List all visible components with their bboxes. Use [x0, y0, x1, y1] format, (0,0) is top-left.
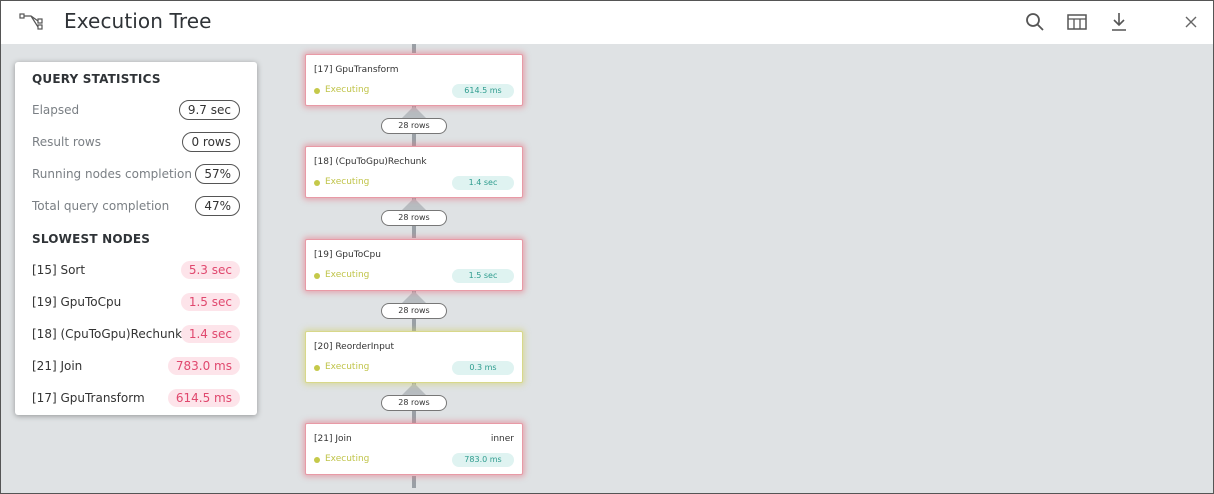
- node-time-badge: 614.5 ms: [452, 84, 514, 98]
- slowest-node-time: 1.4 sec: [180, 325, 240, 343]
- node-status: Executing: [325, 270, 370, 280]
- tree-node[interactable]: [19] GpuToCpu Executing 1.5 sec: [305, 239, 523, 291]
- node-detail: inner: [490, 434, 514, 444]
- status-dot-icon: [314, 365, 320, 371]
- node-title: [17] GpuTransform: [314, 65, 399, 75]
- node-status: Executing: [325, 85, 370, 95]
- stat-value: 47%: [195, 196, 240, 216]
- stat-value: 0 rows: [182, 132, 240, 152]
- edge-row-count: 28 rows: [381, 303, 447, 319]
- status-dot-icon: [314, 180, 320, 186]
- node-time-badge: 1.5 sec: [452, 269, 514, 283]
- query-statistics-panel: QUERY STATISTICS Elapsed 9.7 sec Result …: [15, 62, 257, 415]
- stat-label: Total query completion: [32, 199, 170, 213]
- edge-arrow: [402, 198, 426, 210]
- slowest-node-item[interactable]: [18] (CpuToGpu)Rechunk 1.4 sec: [32, 324, 240, 346]
- header-bar: Execution Tree: [1, 1, 1213, 44]
- edge-arrow: [402, 383, 426, 395]
- slowest-node-label: [19] GpuToCpu: [32, 295, 122, 309]
- status-dot-icon: [314, 273, 320, 279]
- close-icon[interactable]: [1179, 10, 1203, 34]
- slowest-node-item[interactable]: [15] Sort 5.3 sec: [32, 260, 240, 282]
- stat-label: Running nodes completion: [32, 167, 192, 181]
- tree-node[interactable]: [18] (CpuToGpu)Rechunk Executing 1.4 sec: [305, 146, 523, 198]
- slowest-node-time: 783.0 ms: [167, 357, 240, 375]
- slowest-node-label: [18] (CpuToGpu)Rechunk: [32, 327, 183, 341]
- node-title: [18] (CpuToGpu)Rechunk: [314, 157, 427, 167]
- query-statistics-heading: QUERY STATISTICS: [32, 72, 161, 86]
- slowest-node-label: [15] Sort: [32, 263, 86, 277]
- stat-value: 9.7 sec: [178, 100, 240, 120]
- slowest-node-time: 5.3 sec: [180, 261, 240, 279]
- slowest-node-item[interactable]: [17] GpuTransform 614.5 ms: [32, 388, 240, 410]
- stat-row-running-completion: Running nodes completion 57%: [32, 164, 240, 186]
- slowest-node-label: [21] Join: [32, 359, 83, 373]
- node-time-badge: 783.0 ms: [452, 453, 514, 467]
- status-dot-icon: [314, 457, 320, 463]
- slowest-node-time: 1.5 sec: [180, 293, 240, 311]
- stat-row-result-rows: Result rows 0 rows: [32, 132, 240, 154]
- node-title: [21] Join: [314, 434, 352, 444]
- node-status: Executing: [325, 454, 370, 464]
- node-status: Executing: [325, 362, 370, 372]
- edge-row-count: 28 rows: [381, 395, 447, 411]
- node-status: Executing: [325, 177, 370, 187]
- page-title: Execution Tree: [64, 9, 212, 33]
- node-title: [19] GpuToCpu: [314, 250, 381, 260]
- stat-row-total-completion: Total query completion 47%: [32, 196, 240, 218]
- edge-arrow: [402, 291, 426, 303]
- node-title: [20] ReorderInput: [314, 342, 395, 352]
- node-time-badge: 0.3 ms: [452, 361, 514, 375]
- execution-tree-icon: [19, 11, 45, 31]
- slowest-nodes-heading: SLOWEST NODES: [32, 232, 151, 246]
- stat-value: 57%: [195, 164, 240, 184]
- slowest-node-item[interactable]: [21] Join 783.0 ms: [32, 356, 240, 378]
- tree-node[interactable]: [20] ReorderInput Executing 0.3 ms: [305, 331, 523, 383]
- table-columns-icon[interactable]: [1065, 10, 1089, 34]
- tree-edge: [412, 476, 416, 488]
- tree-edge: [412, 44, 416, 53]
- edge-row-count: 28 rows: [381, 118, 447, 134]
- download-icon[interactable]: [1107, 10, 1131, 34]
- edge-row-count: 28 rows: [381, 210, 447, 226]
- stat-row-elapsed: Elapsed 9.7 sec: [32, 100, 240, 122]
- search-icon[interactable]: [1023, 10, 1047, 34]
- slowest-node-time: 614.5 ms: [167, 389, 240, 407]
- slowest-node-item[interactable]: [19] GpuToCpu 1.5 sec: [32, 292, 240, 314]
- tree-node[interactable]: [17] GpuTransform Executing 614.5 ms: [305, 54, 523, 106]
- tree-node[interactable]: [21] Join inner Executing 783.0 ms: [305, 423, 523, 475]
- node-time-badge: 1.4 sec: [452, 176, 514, 190]
- status-dot-icon: [314, 88, 320, 94]
- stat-label: Result rows: [32, 135, 101, 149]
- slowest-node-label: [17] GpuTransform: [32, 391, 145, 405]
- edge-arrow: [402, 106, 426, 118]
- stat-label: Elapsed: [32, 103, 80, 117]
